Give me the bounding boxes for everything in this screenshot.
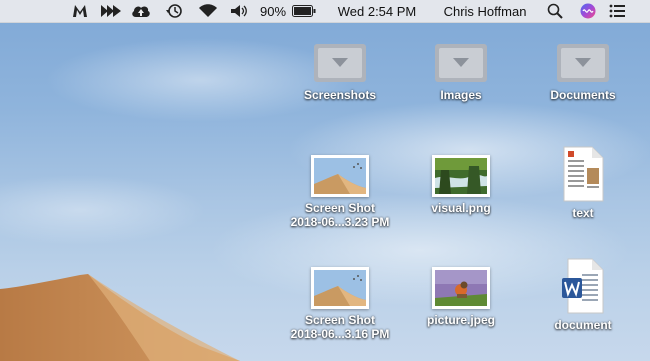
item-label: picture.jpeg xyxy=(426,313,495,327)
wifi-icon[interactable] xyxy=(196,0,220,22)
screenshot-thumbnail-icon xyxy=(311,155,369,197)
cloud-upload-icon[interactable] xyxy=(130,0,152,22)
text-document-icon xyxy=(562,146,604,202)
user-name[interactable]: Chris Hoffman xyxy=(434,0,536,22)
clock[interactable]: Wed 2:54 PM xyxy=(330,0,424,22)
item-label: Screenshots xyxy=(303,88,377,102)
dune-wallpaper-graphic xyxy=(0,274,240,361)
desktop-item-screenshots-folder[interactable]: Screenshots xyxy=(280,40,400,102)
desktop-item-visual-png[interactable]: visual.png xyxy=(401,155,521,215)
desktop-item-text[interactable]: text xyxy=(523,146,643,220)
item-label: visual.png xyxy=(431,201,491,215)
word-document-icon xyxy=(562,258,604,314)
folder-icon xyxy=(555,40,611,84)
image-thumbnail-icon xyxy=(432,267,490,309)
spotlight-search-icon[interactable] xyxy=(544,0,566,22)
item-label: Documents xyxy=(550,88,616,102)
menu-bar: 90% Wed 2:54 PM Chris Hoffman xyxy=(0,0,650,23)
item-label-line-2: 2018-06...3.23 PM xyxy=(290,215,390,229)
desktop-item-document[interactable]: document xyxy=(523,258,643,332)
time-machine-icon[interactable] xyxy=(163,0,185,22)
malwarebytes-icon[interactable] xyxy=(70,0,90,22)
folder-icon xyxy=(312,40,368,84)
desktop-item-images-folder[interactable]: Images xyxy=(401,40,521,102)
image-thumbnail-icon xyxy=(432,155,490,197)
screenshot-thumbnail-icon xyxy=(311,267,369,309)
item-label: document xyxy=(554,318,612,332)
folder-icon xyxy=(433,40,489,84)
notification-center-icon[interactable] xyxy=(606,0,628,22)
battery-icon[interactable] xyxy=(291,0,317,22)
battery-percent[interactable]: 90% xyxy=(258,0,288,22)
item-label-line-1: Screen Shot xyxy=(304,313,376,327)
item-label: Images xyxy=(440,88,482,102)
item-label-line-1: Screen Shot xyxy=(304,201,376,215)
volume-icon[interactable] xyxy=(228,0,250,22)
desktop-item-screen-shot-1[interactable]: Screen Shot 2018-06...3.23 PM xyxy=(280,155,400,229)
item-label: text xyxy=(572,206,594,220)
transfer-icon[interactable] xyxy=(100,0,122,22)
desktop-item-picture-jpeg[interactable]: picture.jpeg xyxy=(401,267,521,327)
desktop-background: Screenshots Images Documents Screen Shot… xyxy=(0,0,650,361)
siri-icon[interactable] xyxy=(577,0,599,22)
desktop-item-documents-folder[interactable]: Documents xyxy=(523,40,643,102)
desktop-item-screen-shot-2[interactable]: Screen Shot 2018-06...3.16 PM xyxy=(280,267,400,341)
item-label-line-2: 2018-06...3.16 PM xyxy=(290,327,390,341)
